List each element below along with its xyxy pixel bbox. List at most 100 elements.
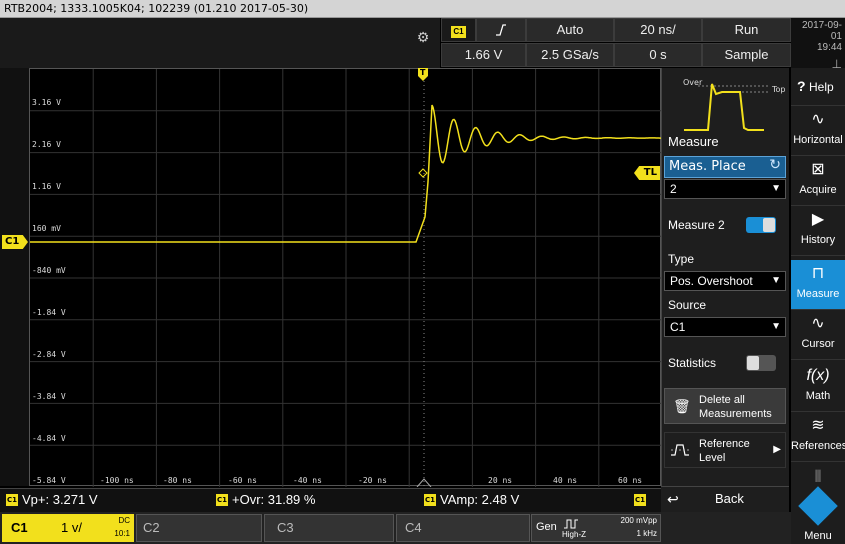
reference-level-button[interactable]: Reference Level ▶ [664,432,786,468]
measure-panel: Over Top Measure Meas. Place ↻ 2 ▼ Measur… [661,68,789,486]
gen-amplitude: 200 mVpp [620,516,657,525]
x-tick-label: 20 ns [488,476,513,485]
run-state-button[interactable]: Run [702,18,791,42]
sidebar-item-horizontal[interactable]: ∿ Horizontal [791,106,845,156]
delete-all-button[interactable]: 🗑 Delete all Measurements [664,388,786,424]
channel-c1[interactable]: C1 1 v/ DC 10:1 [2,514,134,542]
header-channel-tag: C1 [451,26,466,38]
channel-name: C2 [143,520,160,535]
generator-box[interactable]: Gen High-Z 200 mVpp 1 kHz [531,514,661,542]
statistics-label: Statistics [668,356,717,370]
gen-impedance: High-Z [562,530,587,539]
sidebar-item-measure[interactable]: ⊓ Measure [791,260,845,310]
meas-result-vp[interactable]: Vp+: 3.271 V [22,492,98,507]
meas-place-label: Meas. Place [669,159,746,174]
main-sidebar: ? Help ∿ Horizontal ⊠ Acquire ▶ History … [791,68,845,544]
channel-offset-marker[interactable]: C1 [2,235,28,249]
time-offset-button[interactable]: 0 s [614,43,702,67]
acquire-icon: ⊠ [811,161,825,178]
channel-name: C3 [277,520,294,535]
back-arrow-icon: ↩ [667,491,679,507]
sidebar-item-label: Acquire [799,184,837,196]
sidebar-item-label: Help [809,80,834,94]
gen-label: Gen [536,521,557,533]
sample-rate-button[interactable]: 2.5 GSa/s [526,43,614,67]
gear-icon[interactable]: ⚙ [414,30,432,54]
measure-preview: Over Top [664,72,786,140]
meas-place-select[interactable]: 2 ▼ [664,179,786,199]
channel-bar: C1 1 v/ DC 10:1 C2 C3 C4 Gen High-Z 200 … [0,512,791,544]
toggle-knob [763,218,775,232]
meas-channel-tag: C1 [634,494,646,506]
trigger-position-label: T [420,68,426,77]
sidebar-item-history[interactable]: ▶ History [791,206,845,256]
delete-line2: Measurements [699,408,772,420]
gen-frequency: 1 kHz [636,529,657,538]
back-label: Back [715,491,744,506]
trigger-mode-button[interactable]: Auto [526,18,614,42]
measurement-results-bar: C1 Vp+: 3.271 V C1 +Ovr: 31.89 % C1 VAmp… [0,488,661,512]
reference-icon [669,441,691,462]
sidebar-item-menu[interactable]: ⦀ Menu [791,464,845,544]
channel-c2[interactable]: C2 [136,514,262,542]
reference-line2: Level [699,452,726,464]
delete-line1: Delete all [699,394,745,406]
sidebar-item-label: History [800,234,836,246]
trigger-level-button[interactable]: 1.66 V [441,43,526,67]
trigger-level-marker[interactable]: TL [634,166,660,180]
channel-c4[interactable]: C4 [396,514,530,542]
meas-channel-tag: C1 [424,494,436,506]
history-icon: ▶ [811,211,825,228]
chevron-down-icon: ▼ [771,183,781,194]
sidebar-item-label: Measure [796,288,840,300]
trigger-position-marker[interactable]: T [418,68,428,82]
toggle-knob [747,356,759,370]
title-text: RTB2004; 1333.1005K04; 102239 (01.210 20… [4,2,309,15]
source-select[interactable]: C1 ▼ [664,317,786,337]
measure-icon: ⊓ [811,265,825,282]
type-select[interactable]: Pos. Overshoot ▼ [664,271,786,291]
sidebar-item-acquire[interactable]: ⊠ Acquire [791,156,845,206]
header-settings: C1 Auto 20 ns/ Run 1.66 V 2.5 GSa/s 0 s … [441,18,791,68]
waveform-display[interactable] [29,68,662,487]
horizontal-icon: ∿ [811,111,825,128]
x-tick-label: -20 ns [358,476,387,485]
refresh-icon[interactable]: ↻ [769,157,781,173]
math-icon: f(x) [806,367,830,384]
x-tick-label: 40 ns [553,476,578,485]
sidebar-item-cursor[interactable]: ∿ Cursor [791,310,845,360]
chevron-down-icon: ▼ [771,321,781,332]
measure-toggle[interactable] [746,217,776,233]
meas-result-ovr[interactable]: +Ovr: 31.89 % [232,492,315,507]
meas-channel-tag: C1 [6,494,18,506]
time-scale-button[interactable]: 20 ns/ [614,18,702,42]
statistics-toggle[interactable] [746,355,776,371]
y-tick-label: -1.84 V [32,308,66,317]
acq-mode-button[interactable]: Sample [702,43,791,67]
sidebar-item-label: Menu [804,530,832,542]
meas-result-vamp[interactable]: VAmp: 2.48 V [440,492,519,507]
type-value: Pos. Overshoot [670,274,753,288]
x-tick-label: -60 ns [228,476,257,485]
channel-ratio: 10:1 [114,529,130,538]
measure-name-label: Measure 2 [668,218,725,232]
y-tick-label: 1.16 V [32,182,61,191]
rising-edge-icon[interactable] [476,18,526,42]
reference-line1: Reference [699,438,750,450]
y-tick-label: 160 mV [32,224,61,233]
menu-icon [798,486,838,526]
sidebar-item-help[interactable]: ? Help [791,68,845,106]
sidebar-item-references[interactable]: ≋ References [791,412,845,462]
meas-channel-tag: C1 [216,494,228,506]
x-tick-label: -40 ns [293,476,322,485]
back-button[interactable]: ↩ Back [661,486,789,512]
meas-place-value: 2 [670,182,677,196]
x-tick-label: -80 ns [163,476,192,485]
channel-scale: 1 v/ [61,520,82,535]
source-label: Source [668,298,707,312]
channel-c3[interactable]: C3 [264,514,394,542]
sidebar-item-math[interactable]: f(x) Math [791,362,845,412]
y-tick-label: -3.84 V [32,392,66,401]
top-status-area [0,18,440,68]
sidebar-item-label: References [791,440,845,452]
